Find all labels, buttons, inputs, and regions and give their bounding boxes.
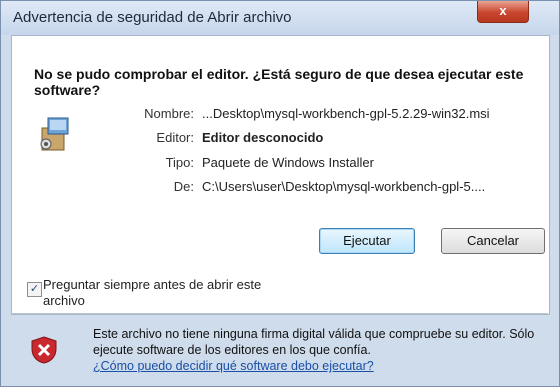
always-ask-label[interactable]: Preguntar siempre antes de abrir este ar… <box>43 277 303 309</box>
security-warning-dialog: Advertencia de seguridad de Abrir archiv… <box>0 0 560 387</box>
field-tipo: Tipo: Paquete de Windows Installer <box>102 155 374 170</box>
field-value: Editor desconocido <box>202 130 324 145</box>
dialog-heading: No se pudo comprobar el editor. ¿Está se… <box>34 66 524 98</box>
field-label: Editor: <box>156 130 194 145</box>
warning-text: Este archivo no tiene ninguna firma digi… <box>93 326 553 374</box>
divider <box>11 313 548 314</box>
dialog-body: No se pudo comprobar el editor. ¿Está se… <box>11 35 550 315</box>
always-ask-checkbox[interactable]: ✓ <box>27 282 42 297</box>
field-editor: Editor: Editor desconocido <box>102 130 323 145</box>
field-label: Nombre: <box>144 106 194 121</box>
title-bar[interactable]: Advertencia de seguridad de Abrir archiv… <box>1 1 559 35</box>
warning-message: Este archivo no tiene ninguna firma digi… <box>93 327 535 357</box>
installer-package-icon <box>40 117 69 151</box>
field-de: De: C:\Users\user\Desktop\mysql-workbenc… <box>102 179 485 194</box>
window-title: Advertencia de seguridad de Abrir archiv… <box>13 9 292 26</box>
shield-warning-icon <box>31 336 57 364</box>
run-button[interactable]: Ejecutar <box>319 228 415 254</box>
field-nombre: Nombre: ...Desktop\mysql-workbench-gpl-5… <box>102 106 489 121</box>
field-value: ...Desktop\mysql-workbench-gpl-5.2.29-wi… <box>202 106 490 121</box>
cancel-button[interactable]: Cancelar <box>441 228 545 254</box>
field-label: Tipo: <box>165 155 194 170</box>
field-label: De: <box>173 179 194 194</box>
field-value: C:\Users\user\Desktop\mysql-workbench-gp… <box>202 179 486 194</box>
help-link[interactable]: ¿Cómo puedo decidir qué software debo ej… <box>93 359 374 373</box>
field-value: Paquete de Windows Installer <box>202 155 374 170</box>
close-button[interactable]: x <box>477 1 529 23</box>
